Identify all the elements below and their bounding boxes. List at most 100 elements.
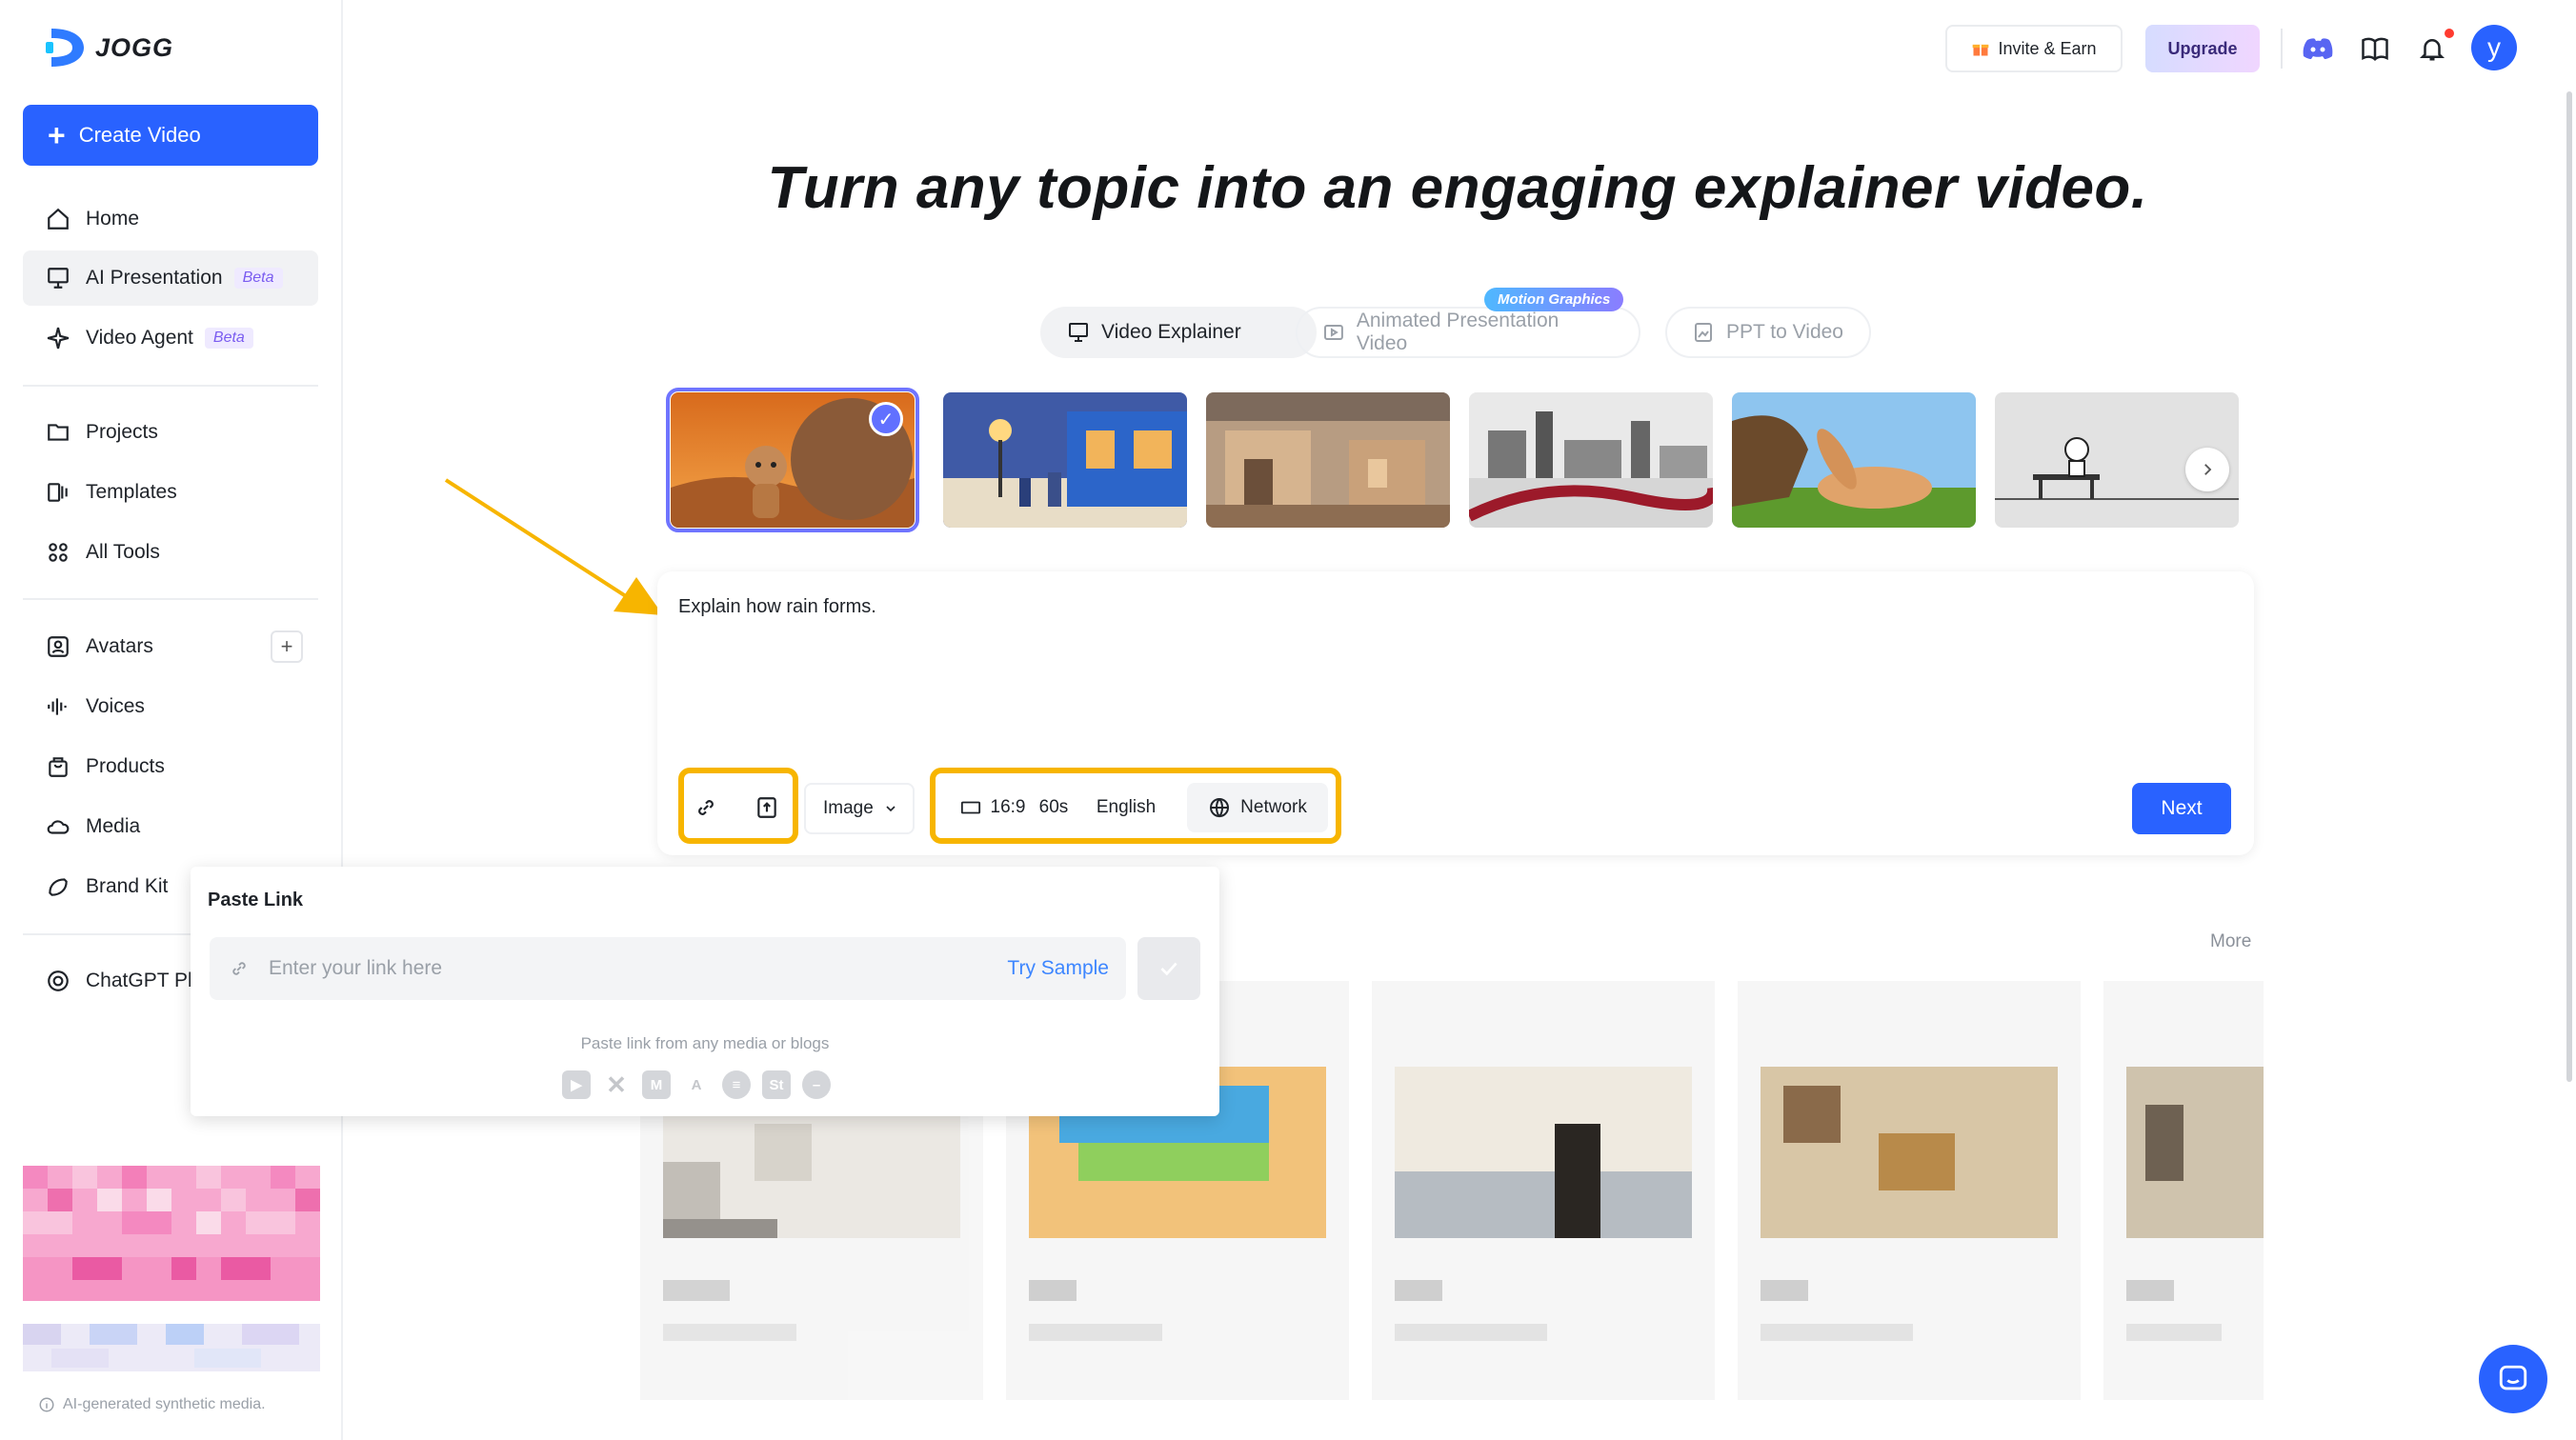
video-add-icon bbox=[1323, 325, 1343, 340]
style-thumbnail-rabbit[interactable] bbox=[1732, 392, 1976, 528]
gift-icon bbox=[1973, 44, 1989, 56]
sidebar-item-media[interactable]: Media bbox=[23, 799, 318, 854]
sidebar-item-label: Templates bbox=[86, 481, 177, 503]
invite-earn-button[interactable]: Invite & Earn bbox=[1945, 25, 2123, 72]
duration-value: 60s bbox=[1038, 797, 1069, 817]
media-type-value: Image bbox=[823, 798, 874, 818]
page-scrollbar[interactable] bbox=[2566, 91, 2572, 1082]
sidebar-item-avatars[interactable]: Avatars + bbox=[23, 619, 318, 674]
tab-video-explainer[interactable]: Video Explainer bbox=[1040, 307, 1317, 358]
sparkle-icon bbox=[44, 324, 72, 352]
style-thumbnail-train-station[interactable] bbox=[943, 392, 1187, 528]
style-thumbnail-claymation[interactable]: ✓ bbox=[666, 388, 919, 532]
prompt-input[interactable]: Explain how rain forms. bbox=[678, 596, 876, 618]
language-button[interactable]: English bbox=[1084, 787, 1168, 829]
sidebar-item-label: Products bbox=[86, 755, 165, 777]
upload-file-button[interactable] bbox=[749, 787, 785, 829]
check-icon bbox=[1160, 962, 1177, 976]
create-video-button[interactable]: + Create Video bbox=[23, 105, 318, 166]
link-icon bbox=[232, 962, 246, 975]
user-avatar[interactable]: y bbox=[2471, 25, 2517, 70]
sidebar-item-video-agent[interactable]: Video Agent Beta bbox=[23, 310, 318, 366]
language-value: English bbox=[1096, 797, 1157, 817]
chatgpt-icon bbox=[44, 967, 72, 995]
avatar-icon bbox=[44, 632, 72, 661]
tab-ppt-to-video[interactable]: PPT to Video bbox=[1665, 307, 1871, 358]
brand-kit-icon bbox=[44, 872, 72, 901]
medium-icon: M bbox=[642, 1070, 671, 1099]
next-label: Next bbox=[2161, 797, 2203, 819]
link-input[interactable] bbox=[267, 956, 956, 981]
media-type-select[interactable]: Image bbox=[804, 783, 915, 834]
more-link[interactable]: More bbox=[2210, 931, 2251, 952]
support-chat-button[interactable] bbox=[2479, 1345, 2547, 1413]
thumbnails-next-button[interactable] bbox=[2185, 448, 2229, 491]
upgrade-button[interactable]: Upgrade bbox=[2145, 25, 2260, 72]
annotation-arrow-icon bbox=[444, 478, 663, 615]
sidebar-divider bbox=[23, 598, 318, 600]
substack-icon: St bbox=[762, 1070, 791, 1099]
disclaimer-text: AI-generated synthetic media. bbox=[63, 1396, 266, 1412]
plus-icon: + bbox=[48, 118, 66, 152]
grid-icon bbox=[44, 538, 72, 567]
sidebar-divider bbox=[23, 385, 318, 387]
sidebar-item-label: Voices bbox=[86, 695, 145, 717]
logo[interactable]: JOGG bbox=[46, 25, 173, 70]
promo-banner-image[interactable] bbox=[23, 1166, 320, 1301]
popup-hint: Paste link from any media or blogs bbox=[580, 1034, 830, 1052]
cloud-icon bbox=[44, 812, 72, 841]
image-file-icon bbox=[1695, 323, 1712, 342]
notification-dot bbox=[2445, 29, 2454, 38]
beta-badge: Beta bbox=[233, 268, 283, 289]
invite-earn-label: Invite & Earn bbox=[1998, 38, 2097, 58]
add-avatar-button[interactable]: + bbox=[271, 630, 303, 663]
blog-icon: – bbox=[802, 1070, 831, 1099]
waveform-icon bbox=[44, 692, 72, 721]
link-button[interactable] bbox=[688, 787, 724, 829]
cnn-icon: A bbox=[691, 1076, 702, 1093]
sidebar-item-ai-presentation[interactable]: AI Presentation Beta bbox=[23, 250, 318, 306]
template-card bbox=[2103, 981, 2264, 1400]
chat-icon bbox=[2499, 1365, 2527, 1390]
sidebar-item-voices[interactable]: Voices bbox=[23, 679, 318, 734]
ai-disclaimer: AI-generated synthetic media. bbox=[38, 1396, 266, 1413]
sidebar-item-home[interactable]: Home bbox=[23, 191, 318, 247]
upgrade-label: Upgrade bbox=[2167, 38, 2238, 58]
discord-icon[interactable] bbox=[2300, 30, 2336, 67]
try-sample-link[interactable]: Try Sample bbox=[1007, 957, 1109, 980]
brand-name: JOGG bbox=[95, 32, 174, 62]
selected-check-icon: ✓ bbox=[869, 402, 903, 436]
style-thumbnail-village[interactable] bbox=[1206, 392, 1450, 528]
jogg-logo-icon bbox=[46, 29, 84, 67]
tab-animated-presentation[interactable]: Animated Presentation Video bbox=[1296, 307, 1640, 358]
network-label: Network bbox=[1240, 797, 1307, 817]
globe-icon bbox=[1210, 798, 1230, 818]
nyt-icon: ≡ bbox=[722, 1070, 751, 1099]
link-icon bbox=[698, 800, 714, 815]
next-button[interactable]: Next bbox=[2132, 783, 2231, 834]
style-thumbnail-city-sketch[interactable] bbox=[1469, 392, 1713, 528]
network-toggle[interactable]: Network bbox=[1187, 783, 1328, 832]
aspect-ratio-button[interactable]: 16:9 bbox=[945, 787, 1040, 829]
folder-icon bbox=[44, 418, 72, 447]
sidebar-item-label: Video Agent bbox=[86, 327, 193, 349]
sidebar-item-templates[interactable]: Templates bbox=[23, 465, 318, 520]
source-icons: ▶ ✕ M A ≡ St – bbox=[562, 1070, 831, 1099]
duration-button[interactable]: 60s bbox=[1035, 787, 1073, 829]
sidebar: JOGG + Create Video Home AI Presentation… bbox=[0, 0, 343, 1440]
info-icon bbox=[39, 1397, 54, 1412]
sidebar-item-products[interactable]: Products bbox=[23, 739, 318, 794]
sidebar-item-projects[interactable]: Projects bbox=[23, 405, 318, 460]
sidebar-item-label: Projects bbox=[86, 421, 158, 443]
sidebar-item-label: ChatGPT Pl bbox=[86, 970, 192, 991]
youtube-icon: ▶ bbox=[562, 1070, 591, 1099]
home-icon bbox=[44, 205, 72, 233]
sidebar-item-label: Media bbox=[86, 815, 141, 837]
sidebar-item-all-tools[interactable]: All Tools bbox=[23, 525, 318, 580]
sidebar-item-label: AI Presentation bbox=[86, 267, 223, 289]
link-input-wrapper[interactable]: Try Sample bbox=[210, 937, 1126, 1000]
presentation-icon bbox=[44, 264, 72, 292]
confirm-link-button[interactable] bbox=[1137, 937, 1200, 1000]
aspect-ratio-icon bbox=[960, 801, 980, 814]
book-icon[interactable] bbox=[2357, 30, 2393, 67]
